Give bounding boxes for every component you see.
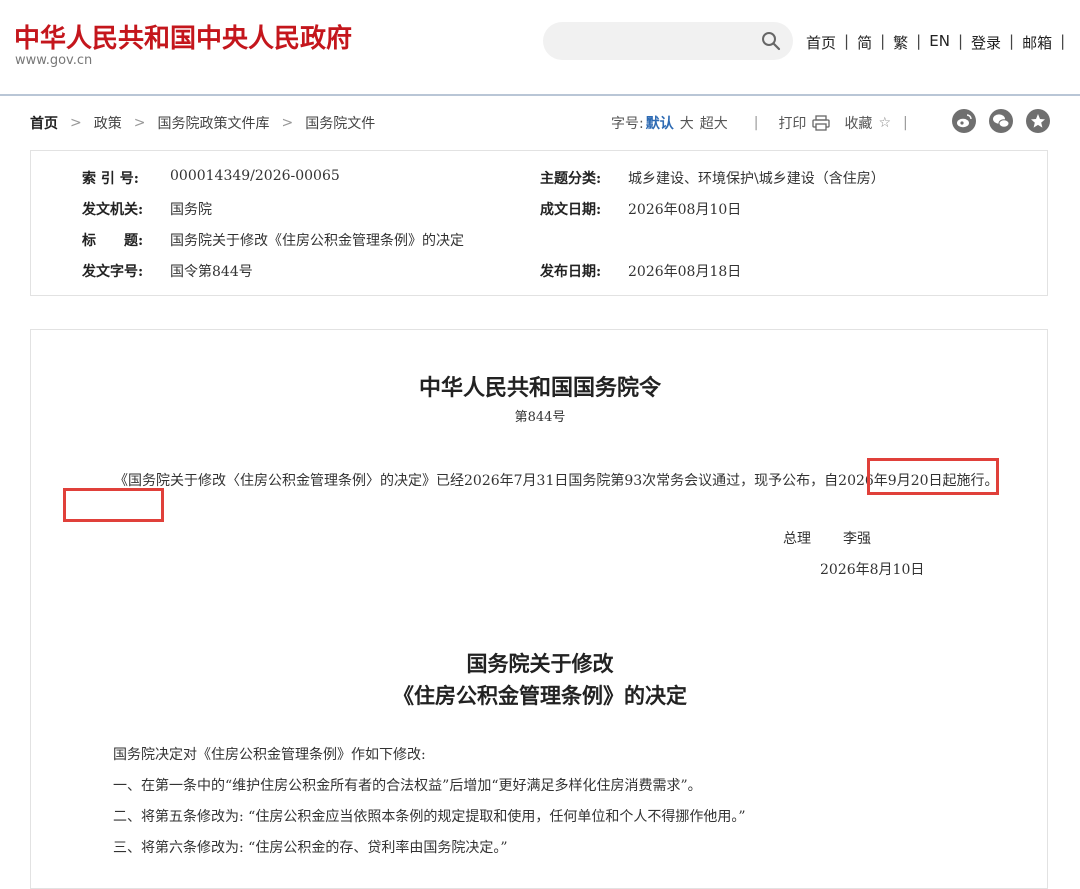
signatory-name: 李强 <box>843 531 871 547</box>
breadcrumb-policy[interactable]: 政策 <box>94 113 122 133</box>
font-size-label: 字号: <box>611 116 644 132</box>
breadcrumb-arrow-icon: > <box>281 115 294 131</box>
site-url[interactable]: www.gov.cn <box>15 53 92 68</box>
weibo-icon[interactable] <box>952 109 976 133</box>
title-label: 标 题: <box>82 233 144 249</box>
signatory-role: 总理 <box>783 531 811 547</box>
order-number: 第844号 <box>514 410 566 425</box>
order-paragraph: 《国务院关于修改〈住房公积金管理条例〉的决定》已经2026年7月31日国务院第9… <box>82 467 1002 496</box>
search-input[interactable] <box>543 22 793 60</box>
nav-separator: | <box>957 32 963 50</box>
index-number-label: 索 引 号: <box>82 171 139 187</box>
font-size-large[interactable]: 大 <box>680 113 694 133</box>
breadcrumb-policy-library[interactable]: 国务院政策文件库 <box>157 113 269 133</box>
highlight-box <box>867 458 999 495</box>
body-line: 二、将第五条修改为: “住房公积金应当依照本条例的规定提取和使用，任何单位和个人… <box>113 809 746 825</box>
issuer-label: 发文机关: <box>82 202 144 218</box>
wechat-icon[interactable] <box>989 109 1013 133</box>
nav-login-link[interactable]: 登录 <box>971 32 1001 53</box>
body-line: 国务院决定对《住房公积金管理条例》作如下修改: <box>113 747 426 763</box>
written-date-label: 成文日期: <box>540 202 602 218</box>
order-paragraph-text: 《国务院关于修改〈住房公积金管理条例〉的决定》已经2026年7月31日国务院第9… <box>114 473 825 489</box>
nav-separator: | <box>880 32 886 50</box>
site-title[interactable]: 中华人民共和国中央人民政府 <box>14 18 352 55</box>
topic-label: 主题分类: <box>540 171 602 187</box>
written-date-value: 2026年08月10日 <box>628 202 742 218</box>
nav-separator: | <box>916 32 922 50</box>
highlight-box <box>63 488 164 522</box>
nav-separator: | <box>844 32 850 50</box>
nav-home-link[interactable]: 首页 <box>806 32 836 53</box>
publish-date-label: 发布日期: <box>540 264 602 280</box>
title-value: 国务院关于修改《住房公积金管理条例》的决定 <box>170 233 464 249</box>
signing-date: 2026年8月10日 <box>820 562 925 578</box>
breadcrumb-home[interactable]: 首页 <box>30 113 58 133</box>
nav-mail-link[interactable]: 邮箱 <box>1022 32 1052 53</box>
page-tools: 字号: 默认 大 超大 | 打印 收藏 ☆ | <box>611 113 928 133</box>
order-title: 中华人民共和国国务院令 <box>418 375 661 401</box>
favorite-button[interactable]: 收藏 <box>844 113 872 133</box>
publish-date-value: 2026年08月18日 <box>628 264 742 280</box>
font-size-default[interactable]: 默认 <box>646 113 674 133</box>
nav-separator: | <box>1060 32 1066 50</box>
nav-separator: | <box>1009 32 1015 50</box>
font-size-xlarge[interactable]: 超大 <box>700 113 728 133</box>
body-line: 三、将第六条修改为: “住房公积金的存、贷利率由国务院决定。” <box>113 840 508 856</box>
tools-separator: | <box>753 115 759 131</box>
header-divider <box>0 94 1080 96</box>
index-number-value: 000014349/2026-00065 <box>170 168 340 184</box>
nav-traditional-link[interactable]: 繁 <box>893 32 908 53</box>
issuer-value: 国务院 <box>170 202 212 218</box>
breadcrumb-state-council-docs[interactable]: 国务院文件 <box>305 113 375 133</box>
document-number-label: 发文字号: <box>82 264 144 280</box>
star-share-icon[interactable] <box>1026 109 1050 133</box>
document-number-value: 国令第844号 <box>170 264 253 280</box>
top-nav: 首页 | 简 | 繁 | EN | 登录 | 邮箱 | <box>806 32 1073 53</box>
topic-value: 城乡建设、环境保护\城乡建设（含住房） <box>628 171 885 187</box>
body-line: 一、在第一条中的“维护住房公积金所有者的合法权益”后增加“更好满足多样化住房消费… <box>113 778 702 794</box>
breadcrumb-arrow-icon: > <box>70 115 82 131</box>
decision-title-line2: 《住房公积金管理条例》的决定 <box>393 683 687 708</box>
tools-separator: | <box>903 115 908 131</box>
print-button[interactable]: 打印 <box>778 113 806 133</box>
nav-english-link[interactable]: EN <box>929 32 950 53</box>
search-icon[interactable] <box>761 31 781 51</box>
breadcrumb-arrow-icon: > <box>133 115 146 131</box>
decision-title-line1: 国务院关于修改 <box>466 651 614 676</box>
breadcrumb: 首页 > 政策 > 国务院政策文件库 > 国务院文件 <box>30 113 375 133</box>
printer-icon[interactable] <box>812 115 831 131</box>
nav-simplified-link[interactable]: 简 <box>857 32 872 53</box>
star-icon[interactable]: ☆ <box>878 115 891 131</box>
